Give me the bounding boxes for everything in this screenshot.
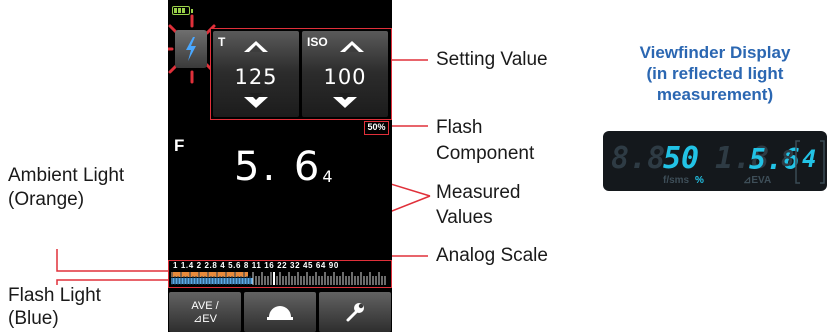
shutter-down-arrow-icon[interactable]: [244, 93, 268, 108]
meter-screen: T 125 ISO 100 50% F 5. 64 1 1.4 2 2.8 4 …: [168, 0, 392, 332]
dome-icon: [267, 306, 293, 320]
analog-scale-numbers: 1 1.4 2 2.8 4 5.6 8 11 16 22 32 45 64 90: [173, 261, 339, 270]
shutter-value: 125: [234, 65, 278, 89]
flash-component-label-2: Component: [436, 143, 535, 164]
vf-unit-percent: %: [695, 175, 704, 186]
setting-value-label: Setting Value: [436, 49, 548, 70]
viewfinder-title-line3: measurement): [656, 85, 774, 104]
ave-ev-line1: AVE /: [191, 300, 219, 312]
vf-ghost-left: 8.8: [611, 141, 666, 176]
iso-down-arrow-icon[interactable]: [333, 93, 357, 108]
vf-unit-fsms: f/sms: [663, 175, 690, 186]
ave-ev-button[interactable]: AVE / ⊿EV: [169, 292, 241, 332]
analog-scale-label: Analog Scale: [436, 245, 548, 266]
iso-setting[interactable]: ISO 100: [302, 31, 388, 117]
measured-sub: 4: [322, 167, 333, 186]
shutter-setting[interactable]: T 125: [213, 31, 299, 117]
viewfinder-display: 8.8 50 1.8 5.6 8 4 f/sms % ⊿EVA: [603, 131, 827, 191]
dome-button[interactable]: [244, 292, 316, 332]
vf-unit-eva: ⊿EVA: [743, 175, 772, 186]
vf-percent-value: 50: [663, 141, 700, 176]
shutter-label: T: [218, 35, 226, 49]
iso-up-arrow-icon[interactable]: [340, 41, 364, 52]
aperture-label: F: [174, 136, 185, 155]
measured-values-label-1: Measured: [436, 182, 521, 203]
flash-component-label-1: Flash: [436, 117, 483, 138]
flash-percent-badge: 50%: [364, 121, 389, 135]
vf-ghost-right: 8: [781, 147, 795, 172]
flash-light-label-2: (Blue): [8, 308, 59, 329]
measured-main: 5. 6: [234, 144, 323, 190]
flash-mode-button[interactable]: [175, 30, 207, 68]
iso-value: 100: [323, 65, 367, 89]
analog-scale: 1 1.4 2 2.8 4 5.6 8 11 16 22 32 45 64 90: [168, 260, 392, 288]
ambient-light-label-2: (Orange): [8, 189, 85, 210]
viewfinder-title-line2: (in reflected light: [646, 64, 784, 83]
analog-scale-bars: [171, 272, 386, 285]
ave-ev-line2: ⊿EV: [193, 313, 217, 325]
vf-bracket: [795, 140, 825, 184]
viewfinder-title-line1: Viewfinder Display: [639, 43, 791, 62]
ambient-light-label-1: Ambient Light: [8, 165, 125, 186]
shutter-up-arrow-icon[interactable]: [244, 41, 268, 52]
lightning-icon: [186, 37, 196, 61]
viewfinder-title: Viewfinder Display (in reflected light m…: [600, 42, 830, 105]
setting-value-box: T 125 ISO 100: [210, 28, 392, 120]
flash-light-label-1: Flash Light: [8, 285, 101, 306]
iso-label: ISO: [307, 35, 328, 49]
measured-values-label-2: Values: [436, 207, 493, 228]
wrench-icon: [346, 303, 364, 322]
measured-value: 5. 64: [234, 144, 333, 190]
settings-button[interactable]: [319, 292, 391, 332]
bottom-toolbar: AVE / ⊿EV: [168, 290, 392, 332]
